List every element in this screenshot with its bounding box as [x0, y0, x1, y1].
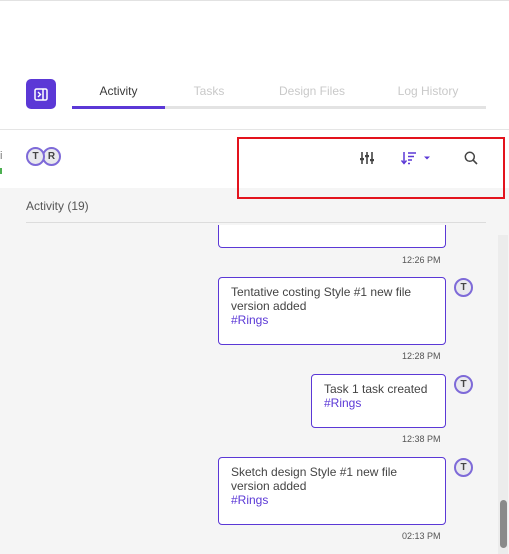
message-author-avatar: T [454, 375, 473, 394]
tab-bar: Activity Tasks Design Files Log History [72, 80, 486, 109]
message-text: Sketch design Style #1 new file version … [231, 465, 398, 493]
activity-message: Task 1 task created #Rings [311, 374, 446, 428]
activity-message: Sketch design Style #1 new file version … [218, 457, 446, 525]
tab-activity[interactable]: Activity [72, 80, 165, 106]
left-edge-text: i [0, 150, 3, 162]
message-tag-link[interactable]: #Rings [324, 396, 433, 410]
left-edge-indicator [0, 168, 2, 174]
tab-log-history[interactable]: Log History [386, 80, 470, 106]
panel-toggle-icon [34, 87, 48, 101]
activity-divider [26, 222, 486, 223]
activity-count-heading: Activity (19) [26, 199, 89, 213]
message-author-avatar: T [454, 278, 473, 297]
message-time: 02:13 PM [402, 531, 441, 541]
tab-design-files[interactable]: Design Files [268, 80, 356, 106]
tab-tasks[interactable]: Tasks [172, 80, 246, 106]
chevron-down-icon [424, 156, 430, 160]
search-button[interactable] [462, 149, 480, 167]
activity-message: Tentative costing Style #1 new file vers… [218, 277, 446, 345]
message-text: Tentative costing Style #1 new file vers… [231, 285, 412, 313]
filter-button[interactable] [357, 149, 377, 167]
panel-toggle-button[interactable] [26, 79, 56, 109]
message-time: 12:26 PM [402, 255, 441, 265]
scrollbar-thumb[interactable] [500, 500, 507, 548]
top-divider [0, 0, 509, 1]
sort-button[interactable] [398, 149, 434, 167]
member-avatar[interactable]: T [26, 147, 45, 166]
header-divider [0, 129, 509, 130]
search-icon [464, 151, 478, 165]
message-tag-link[interactable]: #Rings [231, 313, 433, 327]
sliders-icon [360, 152, 374, 164]
message-time: 12:38 PM [402, 434, 441, 444]
message-text: Task 1 task created [324, 382, 428, 396]
sort-desc-icon [401, 152, 416, 165]
message-author-avatar: T [454, 458, 473, 477]
active-tab-indicator [72, 106, 165, 109]
toolbar-highlight [237, 137, 505, 199]
activity-message [218, 225, 446, 248]
message-time: 12:28 PM [402, 351, 441, 361]
message-tag-link[interactable]: #Rings [231, 493, 433, 507]
